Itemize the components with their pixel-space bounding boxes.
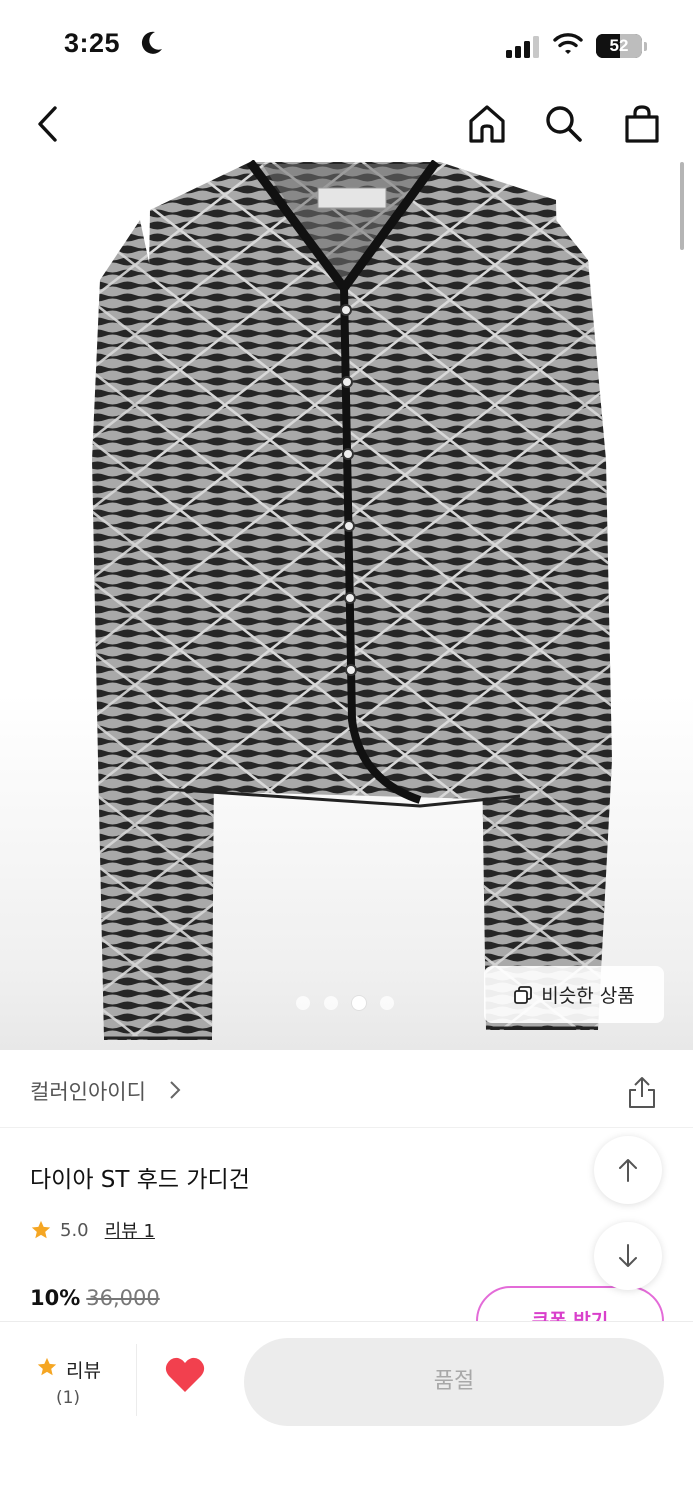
review-tab[interactable]: 리뷰 (1) — [0, 1322, 136, 1422]
top-navigation — [0, 92, 693, 160]
share-icon — [629, 1077, 655, 1108]
review-tab-count: (1) — [55, 1388, 81, 1408]
brand-name[interactable]: 컬러인아이디 — [30, 1076, 146, 1106]
carousel-dots — [296, 996, 394, 1010]
heart-icon — [165, 1357, 205, 1392]
status-time: 3:25 — [64, 28, 121, 58]
sold-out-button[interactable]: 품절 — [244, 1338, 664, 1426]
cardigan-photo — [92, 160, 612, 1040]
moon-icon — [141, 31, 162, 54]
battery-indicator: 52 — [596, 34, 642, 58]
similar-products-label: 비슷한 상품 — [541, 985, 635, 1007]
scroll-down-button[interactable] — [594, 1222, 662, 1290]
shopping-bag-button[interactable] — [616, 98, 668, 150]
cellular-signal-icon — [506, 36, 539, 58]
rating-row: 5.0 리뷰 1 — [30, 1216, 155, 1244]
divider — [136, 1344, 137, 1416]
arrow-up-icon — [619, 1159, 637, 1182]
carousel-dot[interactable] — [324, 996, 338, 1010]
home-button[interactable] — [461, 98, 513, 150]
carousel-dot[interactable] — [352, 996, 366, 1010]
similar-products-button[interactable]: 비슷한 상품 — [484, 966, 664, 1023]
review-link[interactable]: 리뷰 1 — [105, 1217, 155, 1243]
star-icon — [31, 1220, 51, 1239]
chevron-left-icon — [38, 106, 57, 142]
back-button[interactable] — [22, 98, 74, 150]
wifi-icon — [553, 33, 583, 54]
brand-row[interactable]: 컬러인아이디 — [0, 1052, 693, 1128]
home-icon — [469, 105, 505, 143]
discount-rate: 10% — [30, 1286, 81, 1310]
carousel-dot[interactable] — [380, 996, 394, 1010]
wishlist-button[interactable] — [164, 1356, 216, 1402]
page-scroll-indicator — [680, 162, 684, 250]
rating-value: 5.0 — [60, 1219, 89, 1241]
star-icon — [37, 1357, 57, 1376]
share-button[interactable] — [622, 1072, 662, 1112]
shopping-bag-icon — [625, 105, 659, 143]
price-row: 10% 36,000 — [30, 1286, 160, 1310]
product-image-carousel[interactable] — [0, 160, 693, 1050]
chevron-right-icon — [170, 1081, 181, 1099]
search-icon — [546, 106, 582, 142]
copy-icon — [514, 985, 533, 1004]
original-price: 36,000 — [86, 1286, 160, 1310]
arrow-down-icon — [619, 1244, 637, 1267]
product-title: 다이아 ST 후드 가디건 — [30, 1167, 250, 1193]
battery-percent: 52 — [609, 36, 629, 55]
review-tab-label: 리뷰 — [66, 1360, 101, 1382]
status-bar: 3:25 52 — [0, 0, 693, 92]
scroll-up-button[interactable] — [594, 1136, 662, 1204]
search-button[interactable] — [538, 98, 590, 150]
bottom-action-bar: 리뷰 (1) 품절 — [0, 1321, 693, 1500]
carousel-dot[interactable] — [296, 996, 310, 1010]
battery-nub — [644, 42, 647, 51]
